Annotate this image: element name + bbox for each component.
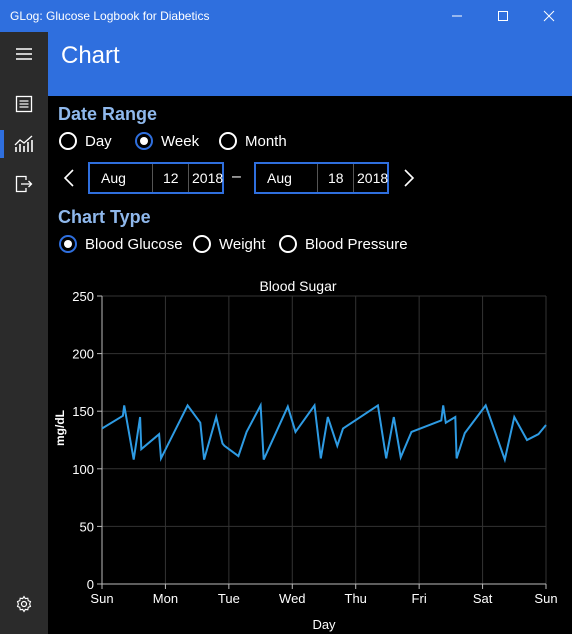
radio-circle	[59, 132, 77, 150]
to-month[interactable]: Aug	[256, 164, 317, 192]
previous-range-button[interactable]	[59, 166, 79, 190]
y-axis-label: mg/dL	[53, 410, 67, 446]
nav-pane	[0, 32, 48, 634]
radio-circle	[219, 132, 237, 150]
maximize-icon	[498, 11, 508, 21]
radio-circle	[279, 235, 297, 253]
nav-item-log[interactable]	[0, 84, 48, 124]
x-tick-label: Sat	[473, 591, 493, 606]
close-button[interactable]	[526, 0, 572, 32]
from-year[interactable]: 2018	[188, 164, 223, 192]
list-icon	[15, 95, 33, 113]
x-tick-label: Tue	[218, 591, 240, 606]
glucose-series-line	[101, 401, 547, 464]
radio-month[interactable]: Month	[219, 132, 287, 150]
radio-circle-checked	[59, 235, 77, 253]
x-tick-label: Sun	[534, 591, 557, 606]
nav-item-export[interactable]	[0, 164, 48, 204]
hamburger-menu-button[interactable]	[0, 34, 48, 74]
minimize-button[interactable]	[434, 0, 480, 32]
y-tick-label: 250	[72, 289, 94, 304]
radio-day-label: Day	[85, 132, 112, 150]
to-year[interactable]: 2018	[353, 164, 388, 192]
radio-month-label: Month	[245, 132, 287, 150]
chart-title: Blood Sugar	[259, 278, 336, 294]
page-header: Chart	[48, 32, 572, 96]
y-tick-label: 200	[72, 347, 94, 362]
from-day[interactable]: 12	[152, 164, 188, 192]
to-day[interactable]: 18	[317, 164, 353, 192]
title-bar: GLog: Glucose Logbook for Diabetics	[0, 0, 572, 32]
from-date-picker[interactable]: Aug 12 2018	[88, 162, 224, 194]
x-axis-label: Day	[312, 617, 336, 632]
radio-circle-checked	[135, 132, 153, 150]
next-range-button[interactable]	[399, 166, 419, 190]
radio-blood-pressure-label: Blood Pressure	[305, 235, 408, 253]
x-tick-label: Thu	[345, 591, 367, 606]
radio-weight-label: Weight	[219, 235, 266, 253]
export-icon	[15, 175, 33, 193]
nav-item-settings[interactable]	[0, 584, 48, 624]
radio-blood-glucose[interactable]: Blood Glucose	[59, 235, 183, 253]
radio-day[interactable]: Day	[59, 132, 112, 150]
radio-blood-glucose-label: Blood Glucose	[85, 235, 183, 253]
chevron-right-icon	[404, 169, 415, 187]
date-separator: –	[232, 168, 241, 185]
window-title: GLog: Glucose Logbook for Diabetics	[10, 9, 210, 23]
y-tick-label: 100	[72, 462, 94, 477]
x-tick-label: Sun	[90, 591, 113, 606]
radio-blood-pressure[interactable]: Blood Pressure	[279, 235, 408, 253]
nav-item-chart[interactable]	[0, 124, 48, 164]
y-tick-label: 150	[72, 404, 94, 419]
maximize-button[interactable]	[480, 0, 526, 32]
page-title: Chart	[61, 42, 120, 69]
gear-icon	[16, 595, 32, 613]
x-tick-label: Fri	[412, 591, 427, 606]
from-month[interactable]: Aug	[90, 164, 152, 192]
chevron-left-icon	[63, 169, 74, 187]
y-tick-label: 50	[80, 519, 94, 534]
radio-week[interactable]: Week	[135, 132, 199, 150]
minimize-icon	[452, 15, 462, 17]
hamburger-icon	[16, 48, 32, 60]
close-icon	[543, 10, 555, 22]
chart-type-heading: Chart Type	[58, 207, 151, 227]
x-tick-label: Wed	[279, 591, 306, 606]
to-date-picker[interactable]: Aug 18 2018	[254, 162, 389, 194]
y-tick-label: 0	[87, 577, 94, 592]
radio-weight[interactable]: Weight	[193, 235, 265, 253]
x-tick-label: Mon	[153, 591, 178, 606]
radio-circle	[193, 235, 211, 253]
chart-icon	[14, 135, 33, 152]
date-range-heading: Date Range	[58, 104, 158, 124]
blood-sugar-chart: Blood Sugar 0 50 100 150 200 250 Sun Mon Tue Wed T…	[53, 278, 558, 632]
radio-week-label: Week	[161, 132, 200, 150]
